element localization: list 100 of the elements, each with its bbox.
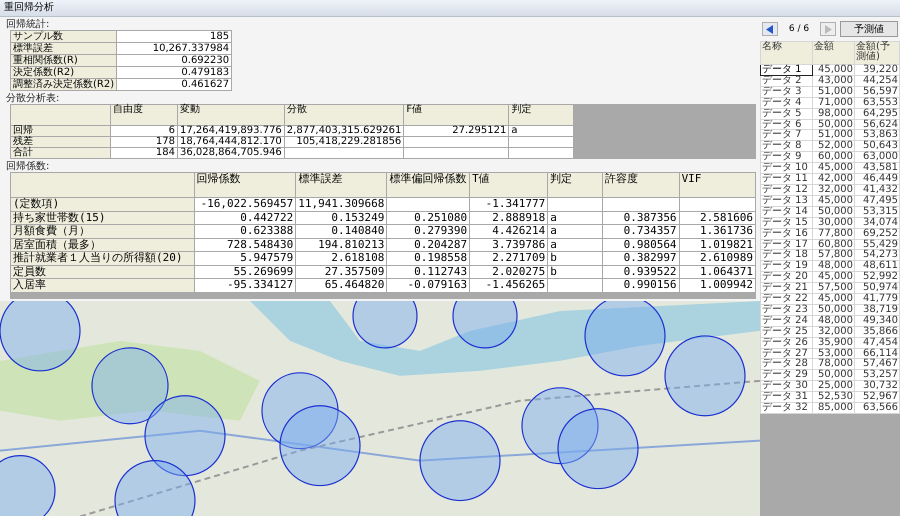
- table-cell: 17,264,419,893.776: [178, 126, 284, 136]
- column-header: 標準誤差: [296, 172, 387, 198]
- table-cell: 50,643: [854, 140, 900, 152]
- table-cell: 39,220: [854, 64, 900, 76]
- table-cell: 52,967: [854, 392, 900, 403]
- table-cell: データ 16: [760, 228, 813, 239]
- table-cell: 50,974: [854, 282, 900, 294]
- table-cell: 0.112743: [386, 265, 470, 278]
- table-cell: 1.009942: [679, 278, 756, 292]
- table-cell: 0.461627: [116, 78, 232, 90]
- table-cell: 63,566: [854, 402, 900, 414]
- table-cell: 55.269699: [194, 265, 296, 278]
- table-cell: 0.692230: [116, 54, 232, 66]
- section-label: 回帰統計:: [6, 19, 50, 30]
- table-cell: 0.204287: [386, 238, 470, 252]
- row-header: 月額食費（月）: [10, 224, 194, 238]
- table-cell: 41,432: [854, 184, 900, 196]
- table-cell: 69,252: [854, 228, 900, 239]
- row-header: 定員数: [10, 265, 194, 278]
- table-cell: 85,000: [812, 402, 854, 414]
- table-cell: 43,000: [812, 75, 854, 86]
- table-cell: データ 30: [760, 380, 813, 392]
- table-cell: 50,000: [812, 119, 854, 130]
- table-cell: 55,429: [854, 239, 900, 250]
- table-cell: 2.581606: [679, 211, 756, 224]
- table-cell: データ 6: [760, 119, 813, 130]
- right-triangle-icon: [824, 24, 832, 34]
- table-cell: 18,764,444,812.170: [178, 136, 284, 148]
- table-cell: 5.947579: [194, 252, 296, 265]
- table-cell: データ 12: [760, 184, 813, 196]
- table-cell: 27.357509: [296, 265, 387, 278]
- table-cell: 42,000: [812, 174, 854, 184]
- table-cell: 45,000: [812, 272, 854, 283]
- table-cell: 30,000: [812, 217, 854, 228]
- table-cell: データ 11: [760, 174, 813, 184]
- table-cell: 45,000: [812, 162, 854, 174]
- row-header: サンプル数: [10, 30, 117, 42]
- column-header: 自由度: [110, 104, 178, 126]
- table-cell: 1.019821: [679, 238, 756, 252]
- table-cell: 0.153249: [296, 211, 387, 224]
- table-cell: 25,000: [812, 380, 854, 392]
- table-cell: データ 26: [760, 337, 813, 348]
- table-cell: データ 3: [760, 86, 813, 98]
- table-cell: 0.734357: [602, 224, 680, 238]
- table-cell: 4.426214: [470, 224, 548, 238]
- column-header: 許容度: [602, 172, 680, 198]
- table-cell: 47,495: [854, 195, 900, 206]
- table-cell: 2,877,403,315.629261: [284, 126, 404, 136]
- table-cell: データ 9: [760, 152, 813, 163]
- table-cell: 63,553: [854, 97, 900, 108]
- table-cell: -1.341777: [470, 198, 548, 211]
- table-cell: 53,315: [854, 206, 900, 218]
- table-cell: [548, 198, 603, 211]
- table-cell: 57,500: [812, 282, 854, 294]
- table-cell: データ 19: [760, 260, 813, 272]
- column-header: 名称: [760, 42, 813, 64]
- table-cell: 6: [110, 126, 178, 136]
- table-cell: 47,454: [854, 337, 900, 348]
- row-header: 重相関係数(R): [10, 54, 117, 66]
- table-cell: データ 1: [760, 64, 813, 76]
- table-cell: b: [548, 252, 603, 265]
- column-header: 判定: [508, 104, 574, 126]
- table-cell: -0.079163: [386, 278, 470, 292]
- table-cell: 178: [110, 136, 178, 148]
- table-cell: 36,028,864,705.946: [178, 148, 284, 158]
- table-cell: 2.888918: [470, 211, 548, 224]
- table-cell: 52,992: [854, 272, 900, 283]
- table-cell: 0.623388: [194, 224, 296, 238]
- table-cell: データ 24: [760, 315, 813, 326]
- table-cell: データ 25: [760, 326, 813, 338]
- table-cell: 77,800: [812, 228, 854, 239]
- table-cell: 57,467: [854, 358, 900, 370]
- section-label: 分散分析表:: [6, 93, 60, 104]
- table-cell: 63,000: [854, 152, 900, 163]
- table-cell: データ 27: [760, 348, 813, 359]
- table-cell: 57,800: [812, 250, 854, 261]
- page-indicator: 6 / 6: [788, 24, 810, 34]
- column-header: 回帰係数: [194, 172, 296, 198]
- table-cell: 0.251080: [386, 211, 470, 224]
- table-cell: データ 18: [760, 250, 813, 261]
- table-cell: 0.140840: [296, 224, 387, 238]
- section-label: 回帰係数:: [6, 161, 50, 172]
- table-cell: 2.271709: [470, 252, 548, 265]
- table-cell: 50,000: [812, 370, 854, 381]
- predict-button[interactable]: 予測値: [840, 21, 898, 37]
- table-cell: 48,000: [812, 260, 854, 272]
- row-header: 残差: [10, 136, 110, 148]
- table-cell: 38,719: [854, 304, 900, 316]
- column-header: 金額(予測値): [854, 42, 900, 64]
- table-cell: 0.479183: [116, 66, 232, 78]
- table-cell: 44,254: [854, 75, 900, 86]
- table-cell: データ 14: [760, 206, 813, 218]
- table-cell: 0.279390: [386, 224, 470, 238]
- table-cell: データ 8: [760, 140, 813, 152]
- table-cell: 2.618108: [296, 252, 387, 265]
- previous-page-button[interactable]: [762, 22, 778, 36]
- table-cell: 50,000: [812, 206, 854, 218]
- table-cell: 728.548430: [194, 238, 296, 252]
- row-header: (定数項): [10, 198, 194, 211]
- table-cell: 0.382997: [602, 252, 680, 265]
